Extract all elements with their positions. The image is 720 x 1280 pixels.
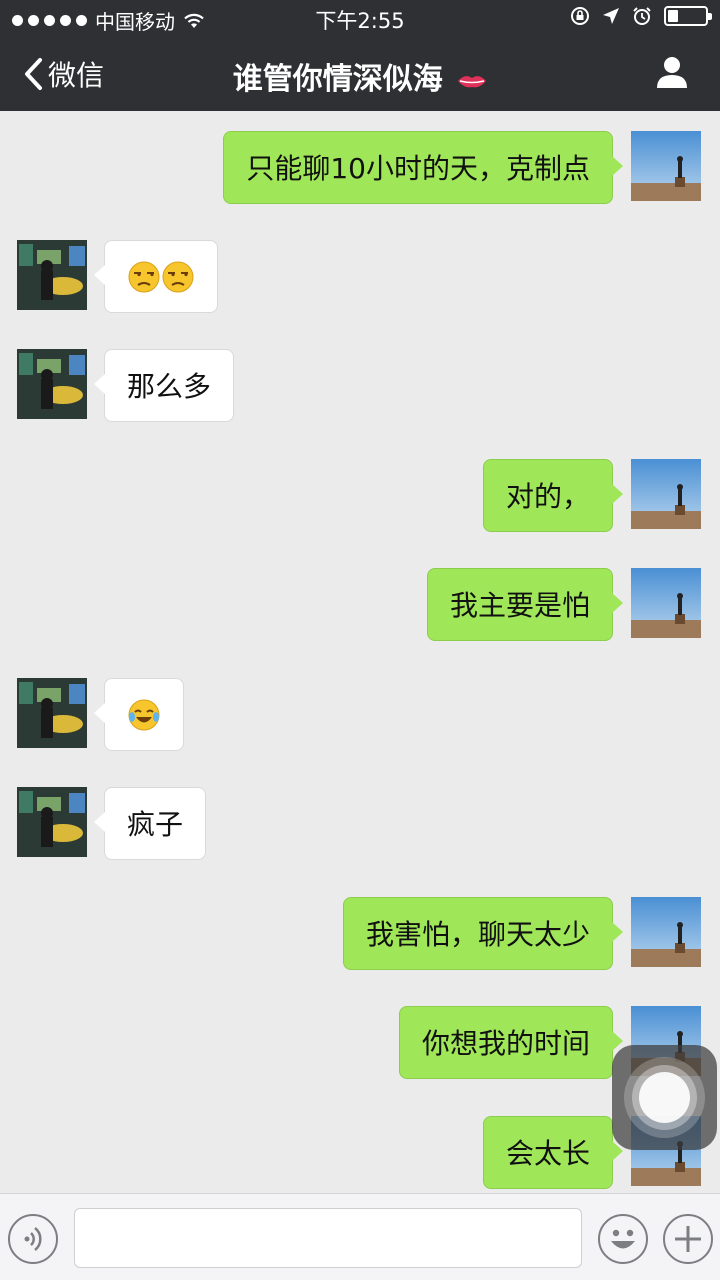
- received-message-bubble[interactable]: [94, 240, 218, 313]
- battery-icon: [664, 6, 712, 26]
- my-avatar-image: [631, 568, 701, 638]
- message-row: 只能聊10小时的天，克制点: [0, 131, 720, 205]
- message-row: 疯子: [0, 787, 720, 861]
- emoji-button[interactable]: [598, 1214, 648, 1264]
- message-text: 我主要是怕: [449, 589, 590, 622]
- received-message-bubble[interactable]: 疯子: [93, 787, 207, 860]
- my-avatar[interactable]: [631, 568, 701, 638]
- contact-avatar-image: [17, 240, 87, 310]
- my-avatar[interactable]: [631, 131, 701, 201]
- contact-avatar-image: [17, 349, 87, 419]
- emoji-face-icon: [611, 1229, 635, 1249]
- sent-message-bubble[interactable]: 我害怕，聊天太少: [342, 897, 624, 970]
- assistive-touch-button[interactable]: [612, 1045, 717, 1150]
- status-bar: 中国移动 下午2:55: [0, 0, 720, 36]
- message-row: 我主要是怕: [0, 568, 720, 642]
- nav-bar: 微信 谁管你情深似海: [0, 36, 720, 111]
- sent-message-bubble[interactable]: 对的，: [482, 459, 624, 532]
- my-avatar[interactable]: [631, 897, 701, 967]
- message-row: 我害怕，聊天太少: [0, 897, 720, 971]
- status-right: [570, 6, 712, 26]
- unamused-emoji-icon: [162, 261, 194, 293]
- more-button[interactable]: [663, 1214, 713, 1264]
- contact-avatar-image: [17, 678, 87, 748]
- sent-message-bubble[interactable]: 你想我的时间: [398, 1006, 624, 1079]
- contact-avatar-image: [17, 787, 87, 857]
- sent-message-bubble[interactable]: 我主要是怕: [426, 568, 624, 641]
- message-text: 对的，: [505, 480, 590, 513]
- message-text: 疯子: [127, 808, 184, 841]
- message-row: [0, 240, 720, 314]
- input-bar: [0, 1193, 720, 1280]
- message-text: 我害怕，聊天太少: [365, 918, 590, 951]
- sent-message-bubble[interactable]: 只能聊10小时的天，克制点: [223, 131, 623, 204]
- contact-avatar[interactable]: [17, 787, 87, 857]
- sent-message-bubble[interactable]: 会太长: [482, 1116, 624, 1189]
- contact-avatar[interactable]: [17, 240, 87, 310]
- orientation-lock-icon: [571, 7, 589, 25]
- message-row: 对的，: [0, 459, 720, 533]
- lips-emoji-icon: [458, 75, 487, 87]
- message-text: 会太长: [505, 1137, 590, 1170]
- contact-avatar[interactable]: [17, 349, 87, 419]
- chat-area[interactable]: 只能聊10小时的天，克制点 那么多 对的， 我主要是怕 疯子 我害怕，聊天太少 …: [0, 111, 720, 1193]
- voice-icon: [24, 1227, 42, 1251]
- contact-profile-button[interactable]: [654, 54, 690, 90]
- received-message-bubble[interactable]: 那么多: [93, 349, 235, 422]
- my-avatar-image: [631, 131, 701, 201]
- alarm-icon: [633, 7, 651, 25]
- message-row: 那么多: [0, 349, 720, 423]
- chat-title: 谁管你情深似海: [0, 54, 720, 98]
- message-text: 只能聊10小时的天，克制点: [246, 152, 590, 185]
- my-avatar[interactable]: [631, 459, 701, 529]
- voice-button[interactable]: [8, 1214, 58, 1264]
- message-input[interactable]: [74, 1208, 582, 1268]
- contact-avatar[interactable]: [17, 678, 87, 748]
- message-row: [0, 678, 720, 752]
- tears-of-joy-emoji-icon: [128, 699, 160, 731]
- plus-icon: [675, 1226, 701, 1252]
- received-message-bubble[interactable]: [94, 678, 184, 751]
- location-arrow-icon: [603, 8, 619, 24]
- message-text: 那么多: [127, 370, 212, 403]
- my-avatar-image: [631, 897, 701, 967]
- chat-title-text: 谁管你情深似海: [232, 62, 443, 97]
- message-text: 你想我的时间: [421, 1027, 590, 1060]
- my-avatar-image: [631, 459, 701, 529]
- unamused-emoji-icon: [128, 261, 160, 293]
